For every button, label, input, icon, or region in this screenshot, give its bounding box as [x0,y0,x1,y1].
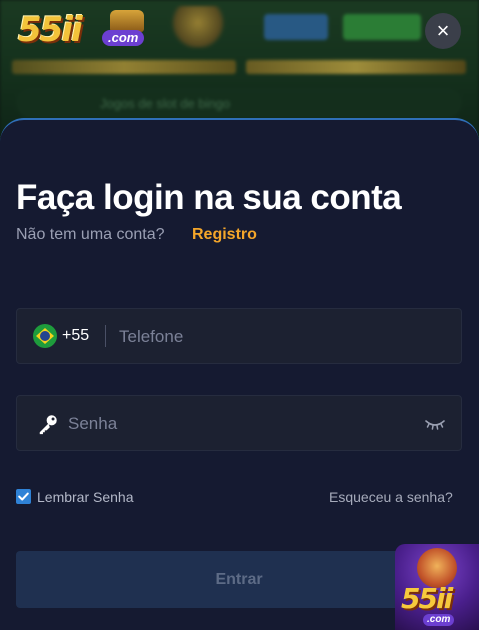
promo-badge-logo: 55ii [401,582,453,615]
forgot-password-link[interactable]: Esqueceu a senha? [329,489,453,505]
password-input[interactable] [66,410,410,438]
no-account-text: Não tem uma conta? [16,226,165,243]
login-screen: Jogos de slot de bingo 55ii .com × Faça … [0,0,479,630]
site-logo-domain: .com [102,30,145,46]
brazil-flag-icon[interactable] [33,324,57,348]
eye-closed-icon[interactable] [425,417,445,431]
site-logo: 55ii [18,10,83,50]
key-icon [39,415,57,435]
logo-chest-icon [110,10,144,32]
background-banner-strip [246,60,466,74]
background-login-button [264,14,328,40]
page-title: Faça login na sua conta [16,178,402,217]
register-link[interactable]: Registro [192,226,257,244]
promo-badge[interactable]: 55ii .com [395,544,479,630]
phone-field[interactable]: +55 [16,308,462,364]
field-divider [105,325,106,347]
background-register-button [343,14,421,40]
country-code[interactable]: +55 [62,327,89,345]
close-button[interactable]: × [425,13,461,49]
background-banner-strip [12,60,236,74]
phone-input[interactable] [117,323,441,351]
check-icon [18,492,29,501]
promo-badge-domain: .com [423,614,455,626]
password-field[interactable] [16,395,462,451]
treasure-banner-icon [170,6,226,48]
remember-checkbox[interactable] [16,489,31,504]
background-search-bar [16,88,462,118]
remember-label[interactable]: Lembrar Senha [37,489,134,505]
background-search-placeholder: Jogos de slot de bingo [100,96,231,111]
